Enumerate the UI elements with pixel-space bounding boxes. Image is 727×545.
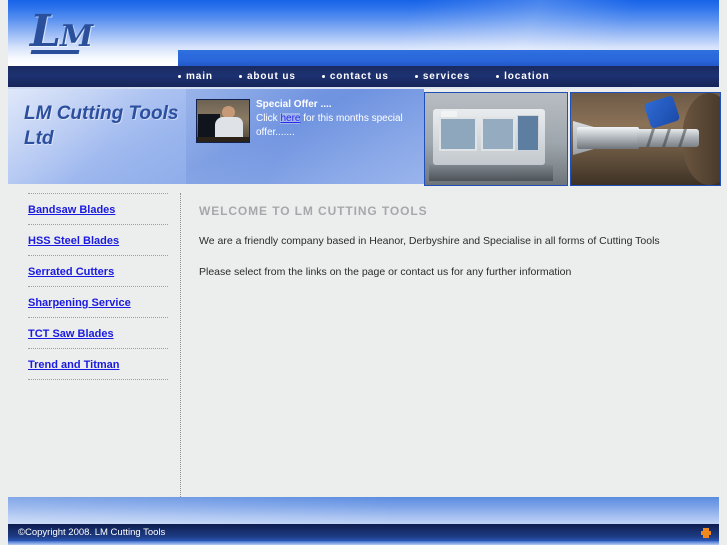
intro-paragraph-2: Please select from the links on the page… (199, 266, 572, 278)
navigation-items: main about us contact us services locati… (178, 66, 550, 87)
nav-item-contact-us[interactable]: contact us (321, 71, 389, 82)
cutting-tool-closeup-photo (570, 92, 721, 186)
page-title: WELCOME TO LM CUTTING TOOLS (199, 204, 428, 218)
tool-flute-line (678, 129, 687, 147)
machine-base (429, 165, 553, 181)
nav-label: location (504, 71, 550, 82)
special-offer-text: Special Offer .... Click here for this m… (256, 98, 420, 140)
special-offer-body: Click here for this months special offer… (256, 112, 420, 140)
sidebar-item-hss-steel-blades[interactable]: HSS Steel Blades (8, 226, 180, 255)
bullet-icon (321, 75, 325, 78)
tool-flute-line (646, 129, 655, 147)
mark-horizontal (701, 531, 711, 535)
content-area: Bandsaw Blades HSS Steel Blades Serrated… (8, 193, 719, 497)
sidebar-separator (28, 379, 168, 381)
photo-desk (197, 137, 249, 142)
machine-window-left (439, 117, 477, 151)
sidebar-item-serrated-cutters[interactable]: Serrated Cutters (8, 257, 180, 286)
special-offer-title: Special Offer .... (256, 99, 332, 110)
bullet-icon (496, 75, 500, 78)
sidebar-item-bandsaw-blades[interactable]: Bandsaw Blades (8, 195, 180, 224)
special-offer-panel: Special Offer .... Click here for this m… (186, 89, 424, 184)
nav-label: about us (246, 71, 296, 82)
bullet-icon (238, 75, 242, 78)
tool-shank (577, 127, 639, 149)
company-name: LM Cutting Tools Ltd (24, 103, 179, 149)
main-content-column: WELCOME TO LM CUTTING TOOLS We are a fri… (191, 193, 711, 280)
machine-control-panel (517, 115, 539, 151)
hero-banner: LM Cutting Tools Ltd Special Offer .... … (8, 89, 721, 186)
offer-text-before: Click (256, 113, 281, 124)
nav-label: main (186, 71, 213, 82)
sidebar-item-tct-saw-blades[interactable]: TCT Saw Blades (8, 319, 180, 348)
man-at-computer-photo (196, 99, 250, 143)
tool-flutes (637, 129, 699, 147)
sidebar-item-trend-and-titman[interactable]: Trend and Titman (8, 350, 180, 379)
sidebar-navigation: Bandsaw Blades HSS Steel Blades Serrated… (8, 193, 180, 497)
tool-flute-line (662, 129, 671, 147)
nav-item-location[interactable]: location (496, 71, 550, 82)
footer-gradient-band (8, 497, 719, 524)
sidebar-content-divider (180, 193, 182, 497)
footer-bottom-edge (8, 541, 719, 545)
copyright-text: ©Copyright 2008. LM Cutting Tools (18, 527, 166, 538)
bullet-icon (178, 75, 181, 78)
cnc-grinding-machine-photo (424, 92, 568, 186)
company-name-panel: LM Cutting Tools Ltd (8, 89, 186, 184)
nav-item-main[interactable]: main (178, 71, 213, 82)
footer-sheen (8, 497, 719, 524)
sidebar-item-sharpening-service[interactable]: Sharpening Service (8, 288, 180, 317)
logo-letter-m: M (59, 19, 93, 54)
intro-paragraph-1: We are a friendly company based in Heano… (199, 235, 660, 247)
logo-underline-bar (30, 50, 80, 54)
page-root: LM main about us contact us services loc… (0, 0, 727, 545)
machine-window-right (481, 117, 515, 151)
main-navigation-bar: main about us contact us services locati… (8, 66, 719, 87)
footer-bar: ©Copyright 2008. LM Cutting Tools (8, 524, 719, 541)
nav-item-about-us[interactable]: about us (238, 71, 296, 82)
nav-item-services[interactable]: services (414, 71, 471, 82)
bullet-icon (414, 75, 418, 78)
nav-label: services (422, 71, 471, 82)
nav-label: contact us (329, 71, 389, 82)
header-accent-strip (178, 50, 719, 66)
offer-here-link[interactable]: here (280, 113, 301, 124)
orange-cross-mark-icon[interactable] (701, 528, 711, 538)
